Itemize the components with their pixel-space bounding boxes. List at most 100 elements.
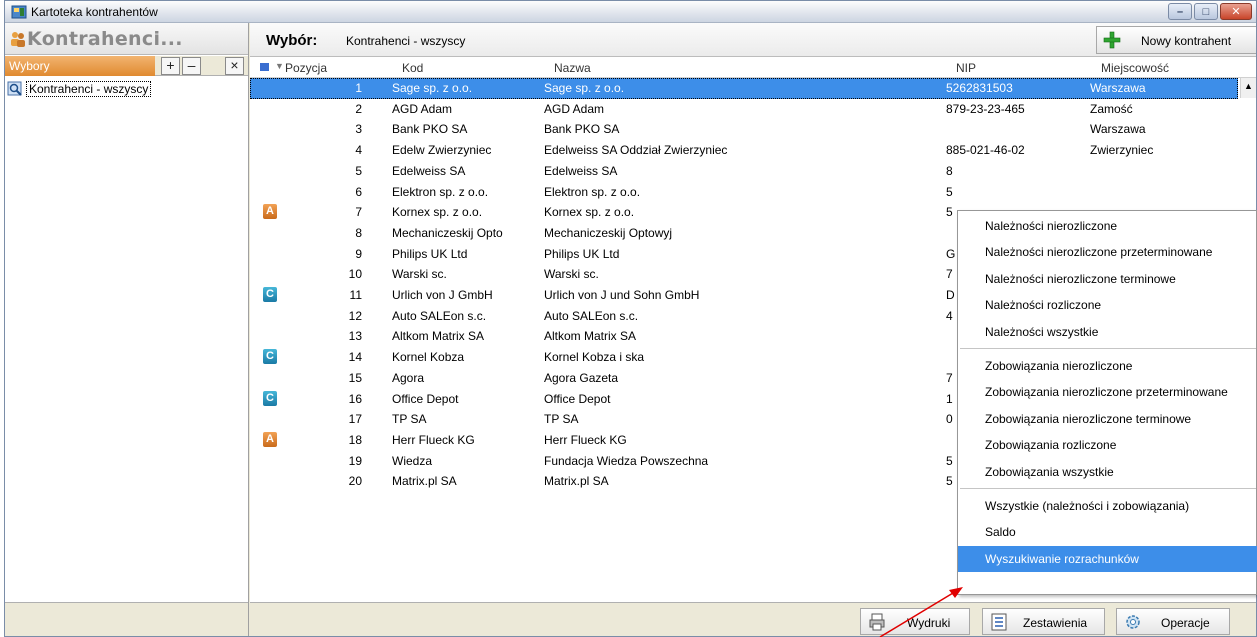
cell-num: 3 [355, 122, 362, 137]
cell-kod: Warski sc. [392, 267, 447, 282]
minimize-button[interactable]: – [1168, 3, 1192, 20]
menu-item[interactable]: Należności wszystkie [958, 319, 1257, 345]
menu-item-label: Wyszukiwanie rozrachunków [985, 551, 1139, 566]
cell-kod: Urlich von J GmbH [392, 288, 493, 302]
column-chooser-icon[interactable] [260, 63, 269, 71]
menu-item-label: Należności wszystkie [985, 324, 1099, 339]
menu-item[interactable]: Należności nierozliczone [958, 213, 1257, 239]
close-button[interactable]: ✕ [1220, 3, 1252, 20]
zestawienia-button[interactable]: Zestawienia [982, 608, 1105, 635]
menu-item[interactable]: Zobowiązania nierozliczone [958, 353, 1257, 379]
cell-nazwa: Herr Flueck KG [544, 432, 627, 447]
cell-nazwa: Edelweiss SA Oddział Zwierzyniec [544, 143, 728, 158]
context-menu: Należności nierozliczone Należności niero… [957, 210, 1257, 595]
menu-item[interactable]: Zobowiązania rozliczone [958, 432, 1257, 458]
cell-num: 18 [348, 432, 362, 447]
cell-nazwa: AGD Adam [544, 101, 605, 116]
tree-item-all-contractors[interactable]: Kontrahenci - wszyscy [7, 80, 152, 98]
menu-item-label: Należności nierozliczone [985, 219, 1118, 233]
operacje-button[interactable]: Operacje [1116, 608, 1230, 635]
report-icon [991, 613, 1007, 631]
cell-miasto: Zamość [1090, 101, 1133, 116]
tree-item-label: Kontrahenci - wszyscy [26, 81, 152, 97]
wydruki-button[interactable]: Wydruki [860, 608, 970, 635]
add-selection-button[interactable]: + [161, 57, 180, 75]
cell-nip: 5262831503 [946, 81, 1013, 95]
cell-num: 11 [349, 288, 362, 302]
menu-item[interactable]: Wyszukiwanie rozrachunków [958, 545, 1257, 572]
gear-icon [1126, 615, 1140, 629]
green-plus-icon [1103, 31, 1121, 49]
selection-label: Wybór: [266, 32, 318, 49]
window-controls: – □ ✕ [1168, 3, 1252, 20]
left-panel-title: Kontrahenci... [27, 28, 183, 50]
menu-item[interactable]: Wszystkie (należności i zobowiązania) [958, 493, 1257, 519]
wybory-tab[interactable]: Wybory [5, 56, 155, 76]
table-row[interactable]: 6 Elektron sp. z o.o. Elektron sp. z o.o. 5 [250, 182, 1238, 203]
table-row[interactable]: 5 Edelweiss SA Edelweiss SA 8 [250, 161, 1238, 182]
title-bar: Kartoteka kontrahentów – □ ✕ [5, 1, 1256, 23]
cell-kod: Kornex sp. z o.o. [392, 205, 483, 220]
cell-nazwa: Edelweiss SA [544, 163, 618, 178]
table-row[interactable]: 3 Bank PKO SA Bank PKO SA Warszawa [250, 119, 1238, 140]
column-header-nip[interactable]: NIP [956, 61, 976, 75]
cell-num: 5 [355, 163, 362, 178]
menu-separator [960, 488, 1256, 489]
printer-icon [869, 613, 885, 631]
cell-num: 13 [348, 329, 362, 344]
menu-item-label: Zobowiązania nierozliczone przeterminowa… [985, 385, 1228, 400]
cell-kod: Edelweiss SA [392, 163, 466, 178]
operacje-label: Operacje [1161, 616, 1210, 630]
menu-item[interactable]: Należności nierozliczone terminowe [958, 266, 1257, 292]
table-row[interactable]: 4 Edelw Zwierzyniec Edelweiss SA Oddział Z… [250, 140, 1238, 161]
cell-nazwa: Warski sc. [544, 267, 599, 282]
cell-kod: Auto SALEon s.c. [392, 308, 487, 323]
cell-nazwa: Urlich von J und Sohn GmbH [544, 288, 700, 302]
cell-nazwa: Matrix.pl SA [544, 474, 609, 489]
cell-num: 4 [355, 143, 362, 158]
cell-nazwa: Office Depot [544, 391, 611, 406]
cell-kod: Philips UK Ltd [392, 246, 468, 261]
cell-num: 2 [355, 101, 362, 116]
badge-c-icon: C [263, 349, 277, 365]
cell-nip: 5 [946, 184, 953, 199]
menu-item[interactable]: Należności rozliczone [958, 292, 1257, 318]
menu-item[interactable]: Zobowiązania nierozliczone przeterminowa… [958, 379, 1257, 405]
cell-nazwa: Altkom Matrix SA [544, 329, 637, 344]
column-header-kod[interactable]: Kod [402, 61, 423, 75]
maximize-icon: □ [1202, 5, 1210, 18]
menu-item[interactable]: Zobowiązania nierozliczone terminowe [958, 406, 1257, 432]
badge-a-icon: A [263, 431, 277, 447]
cell-nazwa: Kornex sp. z o.o. [544, 205, 635, 220]
cell-num: 10 [348, 267, 362, 282]
menu-item[interactable]: Zobowiązania wszystkie [958, 459, 1257, 485]
column-header-pozycja[interactable]: Pozycja [285, 61, 327, 75]
column-header-miejscowosc[interactable]: Miejscowość [1101, 61, 1169, 75]
table-row[interactable]: 1 Sage sp. z o.o. Sage sp. z o.o. 526283150… [250, 78, 1238, 99]
cell-kod: Wiedza [392, 453, 433, 468]
cell-num: 16 [348, 391, 362, 406]
column-header-nazwa[interactable]: Nazwa [554, 61, 591, 75]
cell-num: 14 [348, 350, 362, 365]
menu-item-label: Wszystkie (należności i zobowiązania) [985, 499, 1190, 513]
left-panel: Kontrahenci... Wybory + – × Kontrahenci … [5, 23, 249, 636]
cell-kod: AGD Adam [392, 101, 453, 116]
menu-item[interactable]: Saldo [958, 519, 1257, 545]
new-contractor-button[interactable]: Nowy kontrahent [1096, 26, 1256, 54]
cell-num: 1 [355, 81, 362, 95]
maximize-button[interactable]: □ [1194, 3, 1218, 20]
wybory-bar: Wybory + – × [5, 56, 248, 76]
vertical-scrollbar[interactable]: ▲ [1240, 78, 1256, 98]
cell-nazwa: Agora Gazeta [544, 370, 619, 385]
scroll-up-icon[interactable]: ▲ [1244, 81, 1253, 91]
close-panel-button[interactable]: × [225, 57, 244, 75]
cell-num: 12 [348, 308, 362, 323]
cell-num: 20 [348, 474, 362, 489]
menu-item-label: Saldo [985, 525, 1016, 540]
left-panel-header: Kontrahenci... [5, 23, 248, 55]
remove-selection-button[interactable]: – [182, 57, 201, 75]
menu-item-label: Zobowiązania nierozliczone [985, 359, 1133, 373]
table-row[interactable]: 2 AGD Adam AGD Adam 879-23-23-465 Zamość [250, 99, 1238, 120]
menu-item[interactable]: Należności nierozliczone przeterminowane [958, 239, 1257, 265]
close-icon: ✕ [1231, 6, 1241, 18]
